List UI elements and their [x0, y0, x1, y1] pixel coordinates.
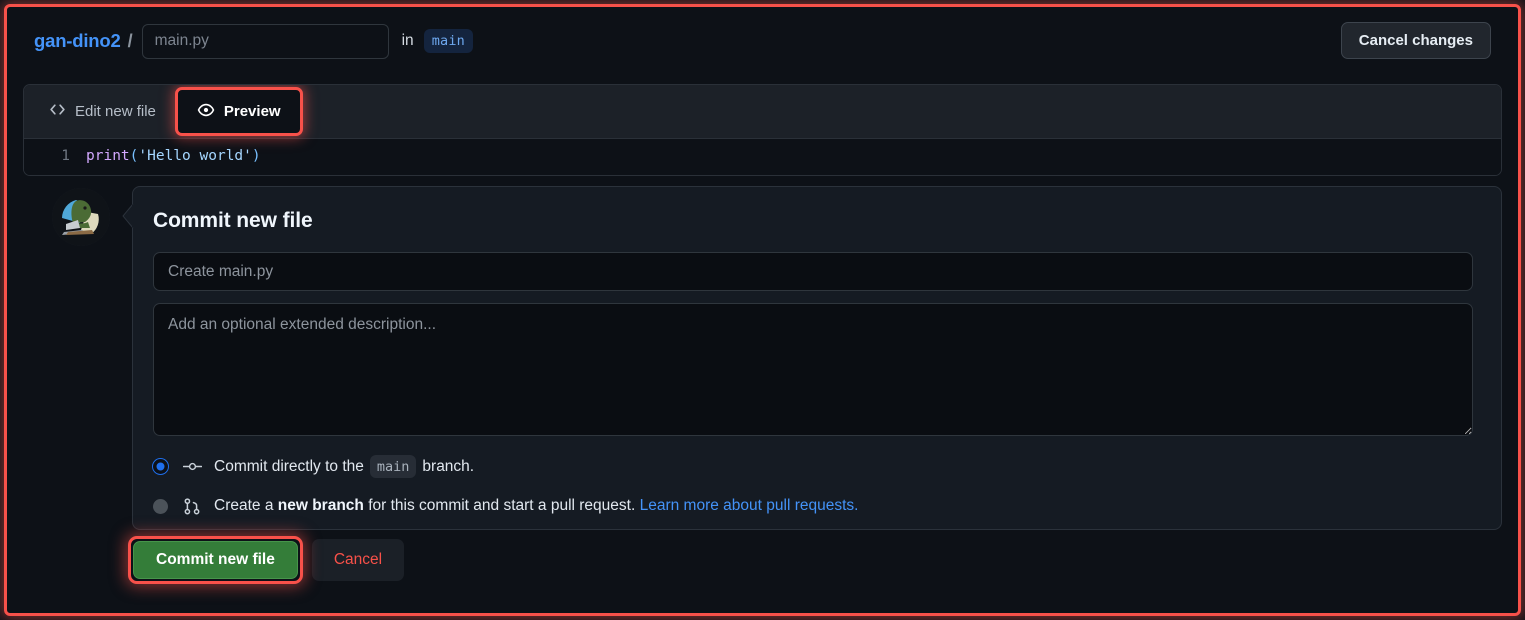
option-commit-directly[interactable]: Commit directly to the main branch.: [153, 455, 1481, 478]
option-create-branch[interactable]: Create a new branch for this commit and …: [153, 497, 1481, 515]
radio-commit-directly[interactable]: [153, 459, 168, 474]
cancel-button[interactable]: Cancel: [311, 539, 405, 581]
file-editor-container: Edit new file Preview 1 print('Hello wor…: [23, 84, 1502, 176]
branch-badge: main: [423, 29, 473, 53]
git-commit-icon: [182, 459, 202, 474]
filename-input[interactable]: [141, 23, 389, 59]
tab-preview[interactable]: Preview: [174, 87, 303, 136]
learn-more-pull-requests-link[interactable]: Learn more about pull requests.: [640, 497, 859, 515]
tab-preview-label: Preview: [223, 103, 281, 120]
tab-edit-new-file-label: Edit new file: [75, 103, 156, 120]
code-editor-area[interactable]: 1 print('Hello world'): [24, 139, 1501, 175]
option-create-branch-text-after: for this commit and start a pull request…: [368, 497, 636, 514]
radio-create-branch[interactable]: [153, 498, 168, 514]
commit-new-file-button[interactable]: Commit new file: [133, 541, 298, 579]
commit-description-input[interactable]: [153, 303, 1473, 436]
commit-form-title: Commit new file: [153, 209, 313, 232]
code-line-1[interactable]: print('Hello world'): [86, 146, 261, 167]
code-icon: [49, 101, 66, 122]
user-avatar: [52, 188, 110, 246]
commit-form-actions: Commit new file Cancel: [128, 536, 405, 584]
option-create-branch-bold: new branch: [277, 497, 364, 514]
tab-edit-new-file[interactable]: Edit new file: [30, 85, 175, 138]
speech-bubble-arrow: [122, 203, 134, 229]
commit-form-panel: Commit new file Commit directly to the m…: [132, 186, 1502, 530]
repo-name-link[interactable]: gan-dino2: [34, 30, 121, 52]
in-label: in: [401, 32, 414, 49]
code-token-string: 'Hello world': [138, 148, 252, 164]
option-commit-directly-text-after: branch.: [422, 457, 475, 475]
code-token-close-paren: ): [251, 148, 261, 164]
editor-tabbar: Edit new file Preview: [24, 85, 1501, 139]
code-token-function: print: [86, 148, 130, 164]
path-separator: /: [127, 30, 133, 51]
commit-summary-input[interactable]: [153, 252, 1473, 291]
page-header: gan-dino2 / in main Cancel changes: [0, 0, 1525, 82]
eye-icon: [197, 101, 215, 123]
commit-button-highlight-box: Commit new file: [128, 536, 303, 584]
cancel-changes-button[interactable]: Cancel changes: [1340, 22, 1491, 59]
option-commit-directly-branch: main: [369, 455, 417, 478]
line-number-gutter: 1: [61, 148, 70, 164]
option-create-branch-text-before: Create a: [214, 497, 274, 514]
option-commit-directly-text-before: Commit directly to the: [214, 457, 364, 475]
git-branch-icon: [182, 497, 202, 515]
